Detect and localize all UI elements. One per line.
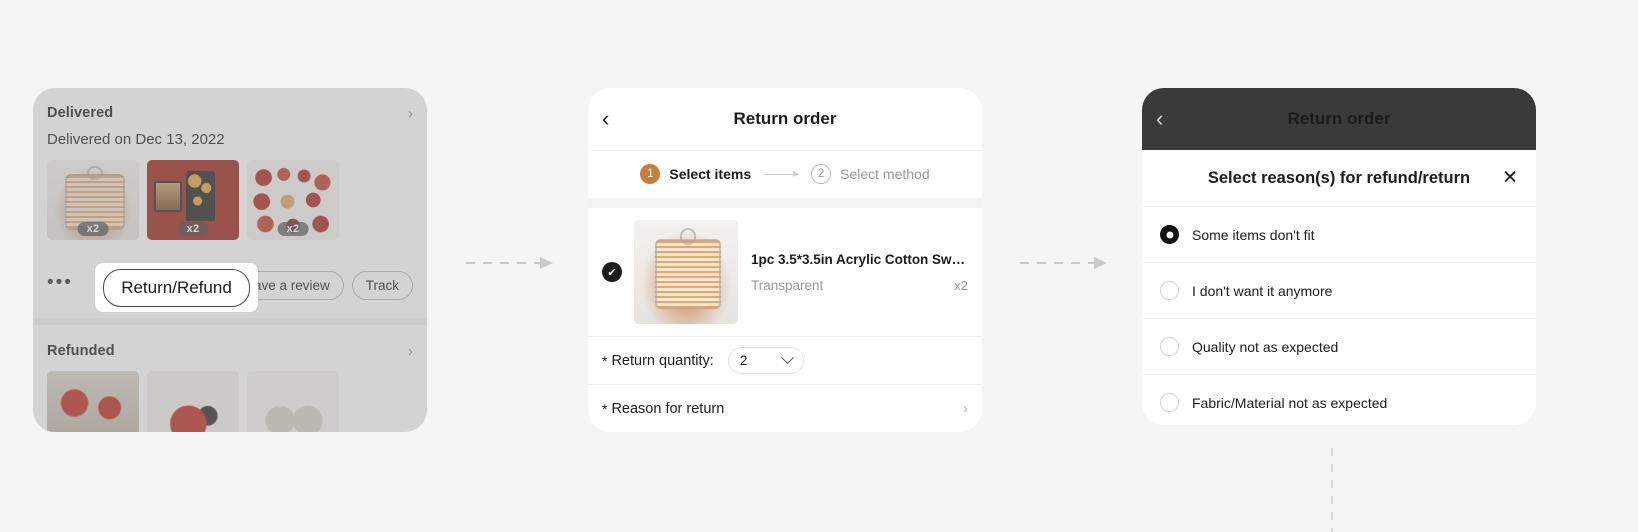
reason-option-row[interactable]: I don't want it anymore: [1142, 262, 1536, 318]
section-gap: [588, 198, 982, 208]
product-thumbnail[interactable]: x2: [247, 160, 339, 240]
product-thumbnail[interactable]: [147, 371, 239, 432]
delivery-status-text: Delivered on Dec 13, 2022: [47, 131, 225, 148]
delivered-section-title: Delivered: [47, 105, 114, 121]
product-thumbnail[interactable]: x2: [147, 160, 239, 240]
reason-for-return-row[interactable]: * Reason for return ›: [588, 384, 982, 432]
step-2-label: Select method: [840, 166, 930, 182]
product-image: [147, 371, 239, 432]
page-title: Return order: [1287, 109, 1391, 128]
return-quantity-value: 2: [739, 353, 748, 368]
item-details: 1pc 3.5*3.5in Acrylic Cotton Swab… Trans…: [751, 252, 968, 293]
quantity-badge: x2: [277, 222, 309, 236]
flow-line-down: [1331, 448, 1333, 532]
flow-arrow-1: [466, 257, 553, 269]
reason-option-label: Quality not as expected: [1192, 338, 1339, 355]
reason-option-row[interactable]: Fabric/Material not as expected: [1142, 374, 1536, 425]
back-chevron-icon[interactable]: ‹: [1156, 108, 1163, 130]
item-variant: Transparent: [751, 277, 824, 293]
page-title: Return order: [733, 109, 837, 128]
refunded-thumbnail-row: [47, 371, 339, 432]
product-thumbnail[interactable]: x2: [47, 160, 139, 240]
quantity-badge: x2: [77, 222, 109, 236]
back-chevron-icon[interactable]: ‹: [602, 108, 609, 130]
refunded-section-title: Refunded: [47, 343, 115, 359]
item-selected-checkbox[interactable]: ✔: [602, 262, 622, 282]
radio-unselected-icon[interactable]: [1160, 393, 1179, 412]
return-quantity-label: Return quantity:: [611, 352, 714, 369]
reason-option-label: I don't want it anymore: [1192, 282, 1333, 299]
return-order-screen: ‹ Return order 1 Select items 2 Select m…: [588, 88, 982, 432]
track-button[interactable]: Track: [351, 270, 413, 300]
radio-unselected-icon[interactable]: [1160, 281, 1179, 300]
chevron-right-icon[interactable]: ›: [963, 400, 968, 417]
product-image: [247, 371, 339, 432]
close-icon[interactable]: ✕: [1502, 169, 1518, 188]
product-image: [47, 371, 139, 432]
quantity-badge: x2: [177, 222, 209, 236]
reason-sheet-title: Select reason(s) for refund/return: [1207, 168, 1471, 187]
delivered-thumbnail-row: x2 x2 x2: [47, 160, 339, 240]
reason-option-label: Fabric/Material not as expected: [1192, 394, 1388, 411]
reason-sheet-header: Select reason(s) for refund/return ✕: [1142, 150, 1536, 206]
reason-option-row[interactable]: Some items don't fit: [1142, 206, 1536, 262]
item-title: 1pc 3.5*3.5in Acrylic Cotton Swab…: [751, 251, 968, 267]
radio-selected-icon[interactable]: [1160, 225, 1179, 244]
step-indicator: 1 Select items 2 Select method: [588, 150, 982, 199]
step-connector-arrow: [764, 170, 800, 177]
select-reason-screen: ‹ Return order Select reason(s) for refu…: [1142, 88, 1536, 425]
reason-bottom-sheet: Select reason(s) for refund/return ✕ Som…: [1142, 150, 1536, 425]
item-quantity: x2: [954, 277, 968, 293]
return-quantity-row[interactable]: * Return quantity: 2: [588, 336, 982, 384]
section-divider: [33, 318, 427, 325]
order-list-screen: Delivered › Delivered on Dec 13, 2022 x2…: [33, 88, 427, 432]
chevron-right-icon[interactable]: ›: [408, 344, 413, 359]
chevron-right-icon[interactable]: ›: [408, 106, 413, 121]
return-order-navbar: ‹ Return order: [588, 88, 982, 151]
flow-canvas: Delivered › Delivered on Dec 13, 2022 x2…: [0, 0, 1638, 532]
return-refund-button[interactable]: Return/Refund: [103, 268, 250, 307]
product-image: [634, 220, 738, 324]
item-thumbnail[interactable]: [634, 220, 738, 324]
reason-option-row[interactable]: Quality not as expected: [1142, 318, 1536, 374]
chevron-down-icon: [780, 351, 794, 365]
more-options-icon[interactable]: •••: [47, 273, 73, 292]
step-2-badge: 2: [811, 164, 832, 184]
reason-option-label: Some items don't fit: [1192, 226, 1315, 243]
return-item-row[interactable]: ✔ 1pc 3.5*3.5in Acrylic Cotton Swab… Tra…: [588, 208, 982, 336]
product-thumbnail[interactable]: [47, 371, 139, 432]
dimmed-navbar: ‹ Return order: [1142, 88, 1536, 150]
step-1-label: Select items: [669, 166, 752, 182]
return-quantity-select[interactable]: 2: [727, 347, 804, 374]
return-refund-highlight: Return/Refund: [95, 263, 258, 312]
delivered-section-header[interactable]: Delivered ›: [33, 102, 427, 124]
required-marker: *: [602, 352, 608, 369]
required-marker: *: [602, 400, 608, 417]
radio-unselected-icon[interactable]: [1160, 337, 1179, 356]
flow-arrow-2: [1020, 257, 1107, 269]
refunded-section-header[interactable]: Refunded ›: [33, 340, 427, 362]
reason-for-return-label: Reason for return: [611, 400, 725, 417]
step-1-badge: 1: [640, 164, 661, 184]
product-thumbnail[interactable]: [247, 371, 339, 432]
